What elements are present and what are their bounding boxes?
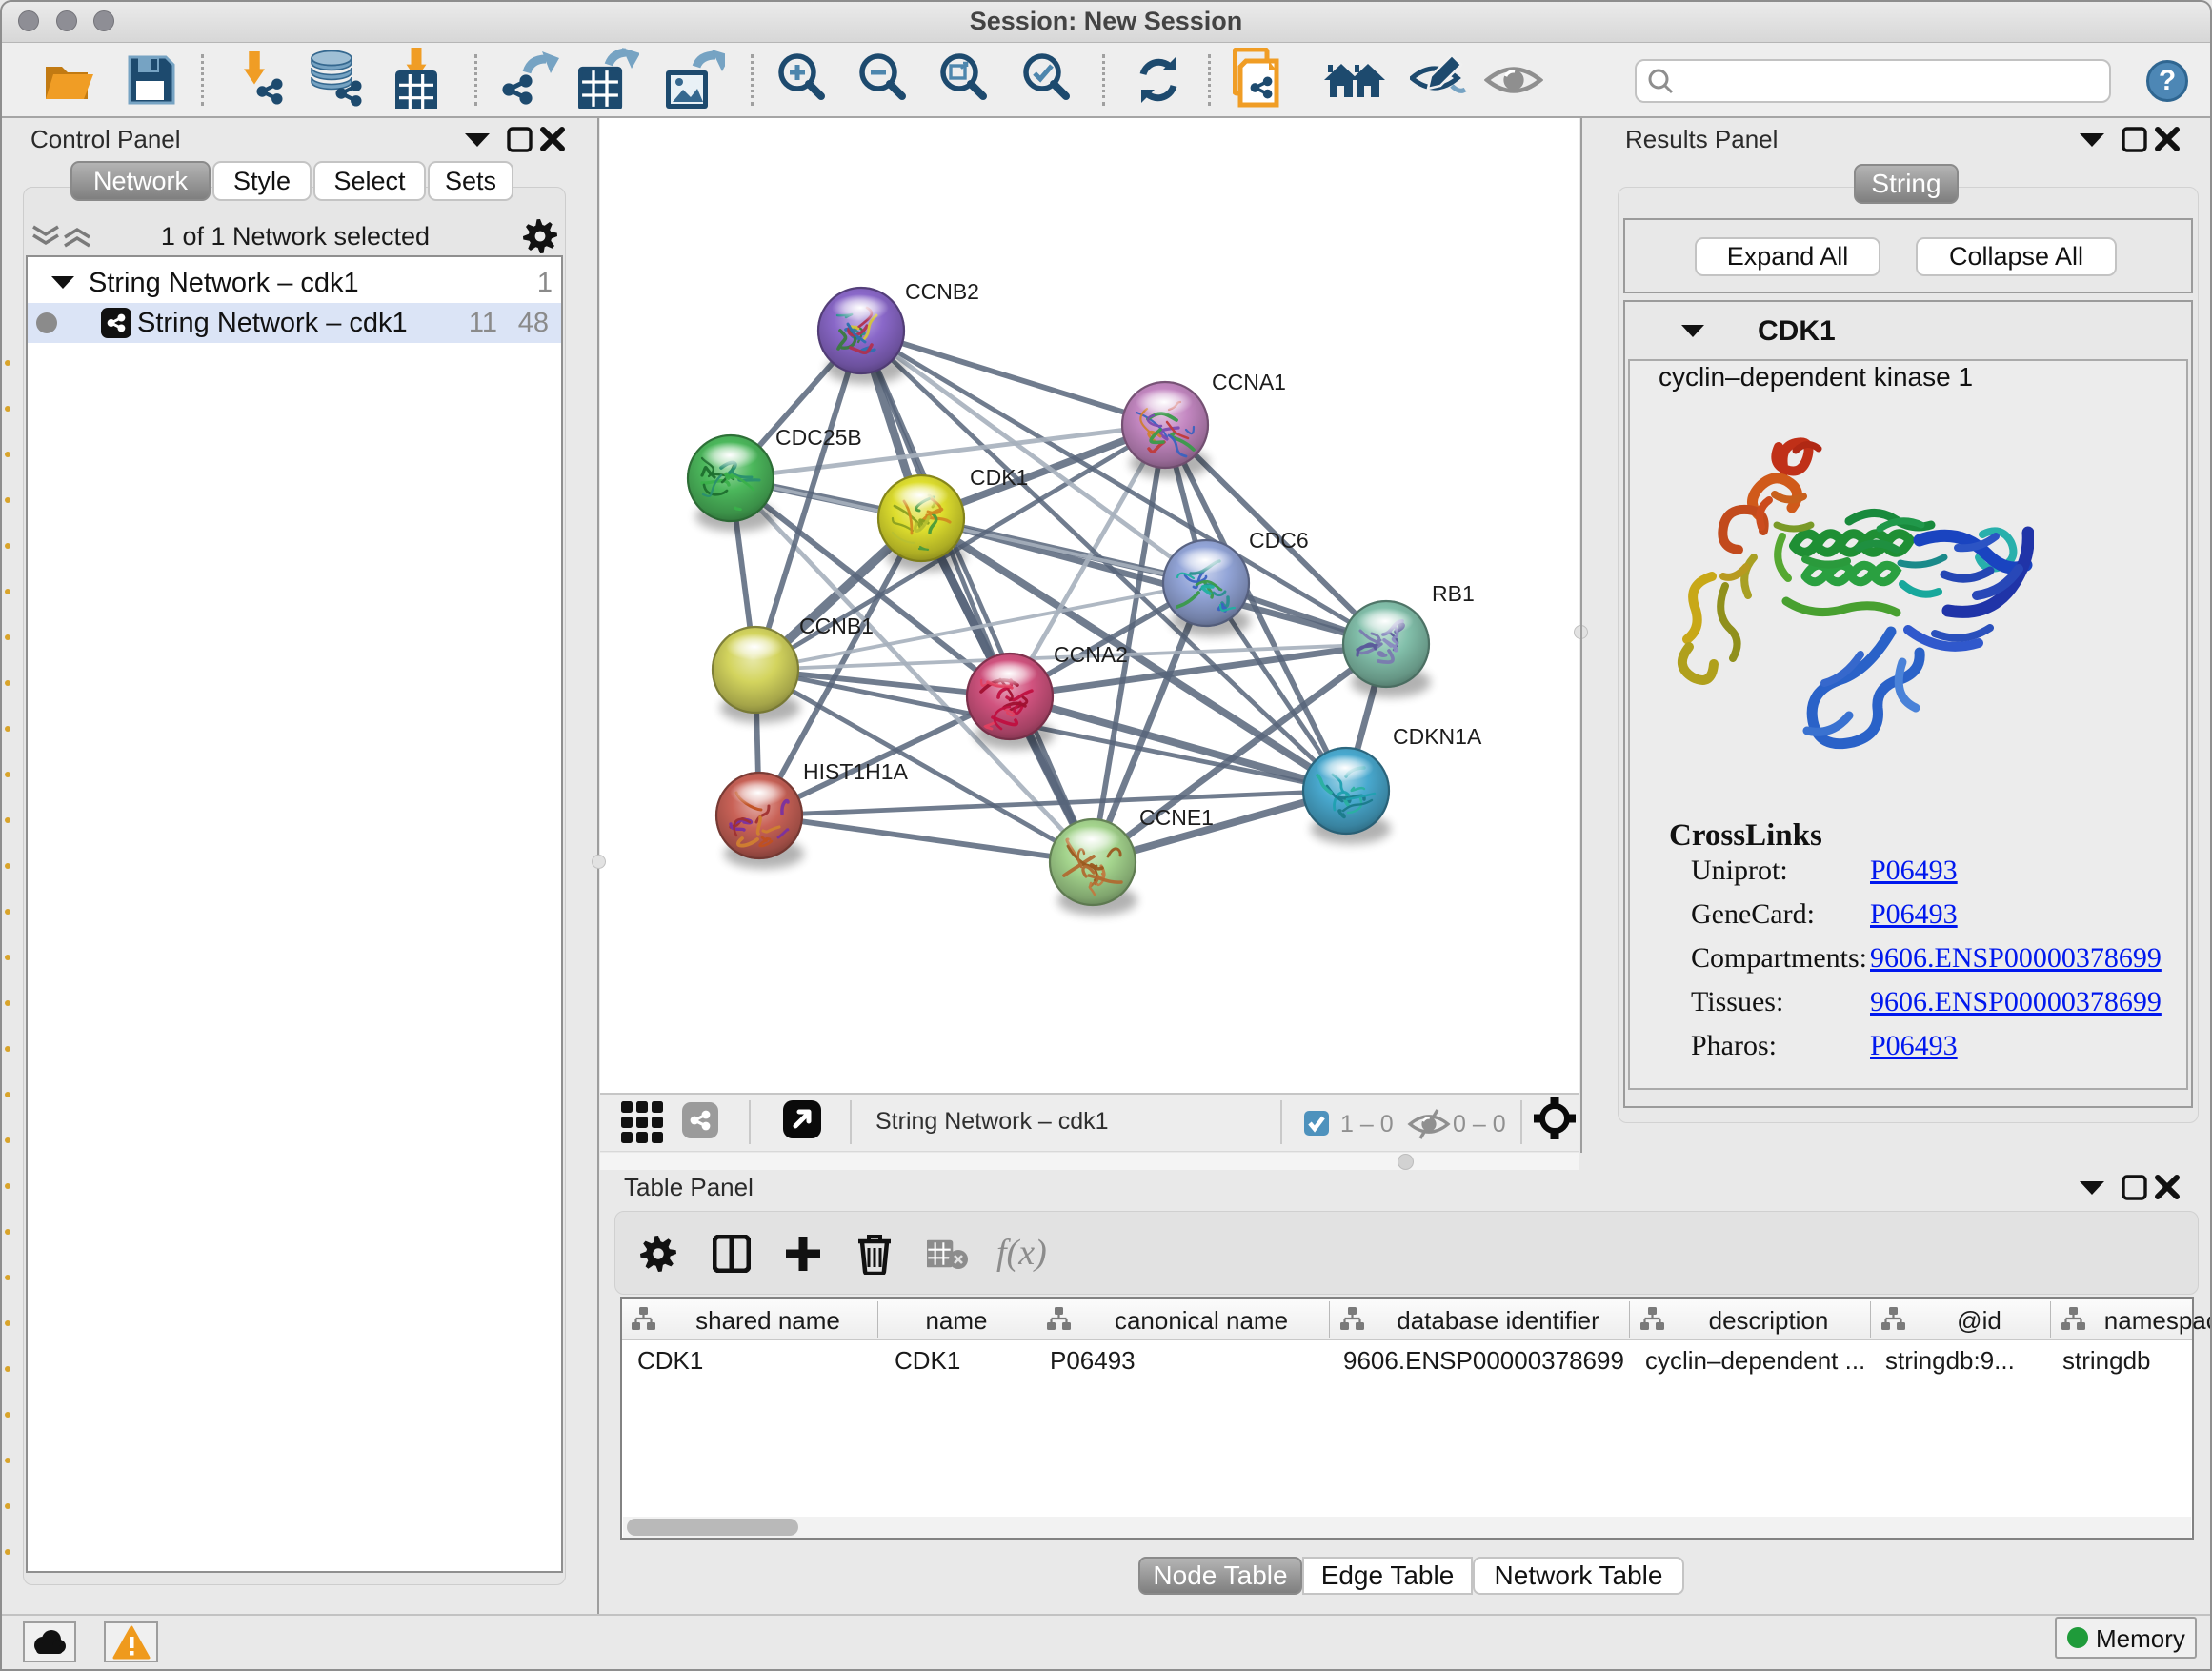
svg-text:CCNA2: CCNA2 [1054,642,1128,667]
svg-text:CCNE1: CCNE1 [1139,805,1214,830]
svg-text:CCNB2: CCNB2 [905,279,979,304]
svg-text:CDK1: CDK1 [970,465,1028,490]
svg-text:RB1: RB1 [1432,581,1475,606]
svg-text:CCNA1: CCNA1 [1212,370,1286,394]
svg-text:CDKN1A: CDKN1A [1393,724,1482,749]
svg-text:CCNB1: CCNB1 [799,614,874,638]
svg-text:CDC25B: CDC25B [775,425,862,450]
svg-text:CDC6: CDC6 [1249,528,1309,553]
svg-text:HIST1H1A: HIST1H1A [803,759,909,784]
